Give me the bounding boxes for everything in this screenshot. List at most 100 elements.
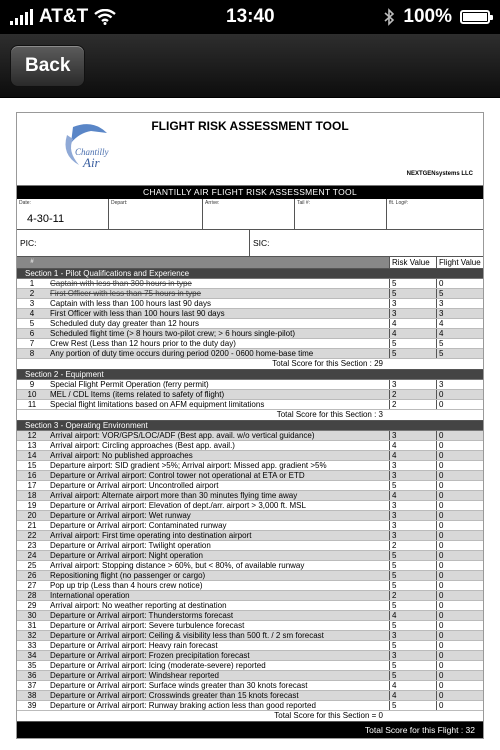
section-header: Section 1 - Pilot Qualifications and Exp… <box>17 269 483 279</box>
row-description: Departure or Arrival airport: Ceiling & … <box>50 631 324 640</box>
row-description: Departure or Arrival airport: Surface wi… <box>50 681 308 690</box>
flight-log-field: flt. Log#: <box>387 199 483 229</box>
table-row: 3 Captain with less than 100 hours last 9… <box>17 299 483 309</box>
row-flight-value: 0 <box>436 651 483 660</box>
date-field: Date: 4-30-11 <box>17 199 109 229</box>
row-flight-value: 0 <box>436 591 483 600</box>
row-description: Arrival airport: Alternate airport more … <box>50 491 298 500</box>
row-number: 19 <box>27 501 37 510</box>
row-description: Departure or Arrival airport: Uncontroll… <box>50 481 219 490</box>
row-flight-value: 0 <box>436 571 483 580</box>
row-risk-value: 3 <box>389 501 436 510</box>
row-number: 2 <box>29 289 35 298</box>
table-row: 23 Departure or Arrival airport: Twilight… <box>17 541 483 551</box>
table-row: 32 Departure or Arrival airport: Ceiling … <box>17 631 483 641</box>
row-description: Departure or Arrival airport: Heavy rain… <box>50 641 218 650</box>
row-flight-value: 4 <box>436 319 483 328</box>
battery-fill <box>463 13 487 21</box>
row-risk-value: 3 <box>389 380 436 389</box>
row-flight-value: 5 <box>436 349 483 358</box>
row-risk-value: 5 <box>389 661 436 670</box>
row-risk-value: 5 <box>389 339 436 348</box>
table-row: 12 Arrival airport: VOR/GPS/LOC/ADF (Best… <box>17 431 483 441</box>
row-number: 37 <box>27 681 37 690</box>
table-row: 28 International operation 2 0 <box>17 591 483 601</box>
row-number: 10 <box>27 390 37 399</box>
row-risk-value: 4 <box>389 319 436 328</box>
row-flight-value: 0 <box>436 461 483 470</box>
row-description: Arrival airport: Stopping distance > 60%… <box>50 561 305 570</box>
row-flight-value: 0 <box>436 621 483 630</box>
battery-icon <box>460 10 493 24</box>
table-row: 6 Scheduled flight time (> 8 hours two-pi… <box>17 329 483 339</box>
row-risk-value: 4 <box>389 611 436 620</box>
table-row: 21 Departure or Arrival airport: Contamin… <box>17 521 483 531</box>
row-description: Any portion of duty time occurs during p… <box>50 349 314 358</box>
row-risk-value: 4 <box>389 451 436 460</box>
table-row: 18 Arrival airport: Alternate airport mor… <box>17 491 483 501</box>
row-number: 17 <box>27 481 37 490</box>
row-description: Captain with less than 100 hours last 90… <box>50 299 211 308</box>
table-row: 24 Departure or Arrival airport: Night op… <box>17 551 483 561</box>
table-row: 2 First Officer with less than 75 hours i… <box>17 289 483 299</box>
row-description: Repositioning flight (no passenger or ca… <box>50 571 206 580</box>
row-description: First Officer with less than 75 hours in… <box>50 289 202 298</box>
row-number: 23 <box>27 541 37 550</box>
table-row: 25 Arrival airport: Stopping distance > 6… <box>17 561 483 571</box>
table-row: 33 Departure or Arrival airport: Heavy ra… <box>17 641 483 651</box>
sic-field: SIC: <box>250 230 483 256</box>
row-number: 29 <box>27 601 37 610</box>
signal-icon <box>10 9 33 25</box>
row-description: Arrival airport: First time operating in… <box>50 531 252 540</box>
section-total: Total Score for this Section : 3 <box>17 410 483 421</box>
row-number: 32 <box>27 631 37 640</box>
row-flight-value: 3 <box>436 380 483 389</box>
row-risk-value: 2 <box>389 541 436 550</box>
row-flight-value: 3 <box>436 299 483 308</box>
row-description: Scheduled flight time (> 8 hours two-pil… <box>50 329 296 338</box>
row-flight-value: 0 <box>436 400 483 409</box>
row-risk-value: 5 <box>389 571 436 580</box>
table-row: 30 Departure or Arrival airport: Thunders… <box>17 611 483 621</box>
row-flight-value: 0 <box>436 491 483 500</box>
date-value: 4-30-11 <box>27 213 65 225</box>
status-bar: AT&T 13:40 100% <box>0 0 500 34</box>
row-number: 31 <box>27 621 37 630</box>
risk-value-column-header: Risk Value <box>389 257 436 268</box>
row-flight-value: 0 <box>436 681 483 690</box>
pic-label: PIC: <box>20 238 37 248</box>
row-number: 4 <box>29 309 35 318</box>
table-row: 17 Departure or Arrival airport: Uncontro… <box>17 481 483 491</box>
flight-log-label: flt. Log#: <box>389 200 409 206</box>
risk-assessment-document: Chantilly Air FLIGHT RISK ASSESSMENT TOO… <box>16 112 484 739</box>
status-right: 100% <box>384 6 493 28</box>
row-flight-value: 0 <box>436 541 483 550</box>
section-total-label: Total Score for this Section : 29 <box>272 359 383 368</box>
table-row: 19 Departure or Arrival airport: Elevatio… <box>17 501 483 511</box>
row-risk-value: 5 <box>389 561 436 570</box>
row-description: Pop up trip (Less than 4 hours crew noti… <box>50 581 203 590</box>
row-flight-value: 0 <box>436 531 483 540</box>
row-flight-value: 0 <box>436 441 483 450</box>
battery-percent: 100% <box>403 6 452 27</box>
row-risk-value: 5 <box>389 551 436 560</box>
carrier-name: AT&T <box>39 6 89 27</box>
row-number: 16 <box>27 471 37 480</box>
row-flight-value: 3 <box>436 309 483 318</box>
table-row: 34 Departure or Arrival airport: Frozen p… <box>17 651 483 661</box>
row-risk-value: 3 <box>389 631 436 640</box>
row-number: 36 <box>27 671 37 680</box>
table-row: 8 Any portion of duty time occurs during … <box>17 349 483 359</box>
row-description: Departure or Arrival airport: Runway bra… <box>50 701 316 710</box>
row-flight-value: 0 <box>436 581 483 590</box>
row-risk-value: 4 <box>389 691 436 700</box>
clock: 13:40 <box>226 6 275 27</box>
row-flight-value: 0 <box>436 521 483 530</box>
document-viewer[interactable]: Chantilly Air FLIGHT RISK ASSESSMENT TOO… <box>0 98 500 750</box>
row-number: 30 <box>27 611 37 620</box>
row-risk-value: 3 <box>389 431 436 440</box>
grand-total: Total Score for this Flight : 32 <box>17 722 483 738</box>
row-number: 6 <box>29 329 35 338</box>
row-number: 24 <box>27 551 37 560</box>
back-button[interactable]: Back <box>10 44 86 87</box>
